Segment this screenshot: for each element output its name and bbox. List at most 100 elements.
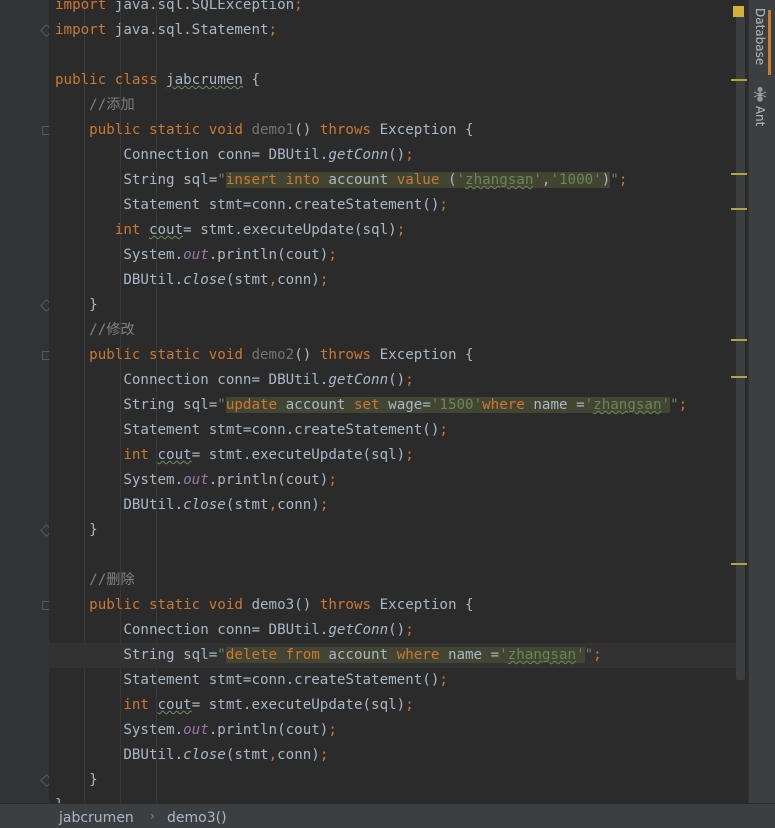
code-token: ; bbox=[405, 697, 414, 713]
code-token: () bbox=[388, 372, 406, 388]
code-line[interactable]: Connection conn= DBUtil.getConn(); bbox=[49, 368, 736, 393]
fold-end-icon[interactable] bbox=[40, 299, 49, 312]
code-token: ' bbox=[661, 397, 671, 413]
code-line[interactable]: DBUtil.close(stmt,conn); bbox=[49, 493, 736, 518]
error-stripe-marker[interactable] bbox=[731, 173, 747, 175]
code-line[interactable]: System.out.println(cout); bbox=[49, 718, 736, 743]
code-token: getConn bbox=[328, 372, 389, 388]
code-token: Connection conn= DBUtil. bbox=[55, 147, 329, 163]
code-line[interactable]: //删除 bbox=[49, 568, 736, 593]
database-tab-label: Database bbox=[753, 8, 767, 66]
code-line[interactable]: import java.sql.SQLException; bbox=[49, 0, 736, 18]
code-line[interactable]: Statement stmt=conn.createStatement(); bbox=[49, 668, 736, 693]
code-line[interactable]: import java.sql.Statement; bbox=[49, 18, 736, 43]
code-token: ; bbox=[439, 672, 448, 688]
code-token: , bbox=[268, 747, 278, 763]
code-editor[interactable]: import java.sql.SQLException; import java… bbox=[49, 0, 736, 803]
code-token: insert into bbox=[225, 172, 329, 188]
code-token: () bbox=[388, 147, 406, 163]
code-line[interactable]: public static void demo2() throws Except… bbox=[49, 343, 736, 368]
code-line[interactable]: int cout= stmt.executeUpdate(sql); bbox=[49, 693, 736, 718]
code-token: ; bbox=[319, 747, 329, 763]
code-line[interactable]: int cout= stmt.executeUpdate(sql); bbox=[49, 443, 736, 468]
ant-tool-tab[interactable]: Ant bbox=[753, 86, 767, 126]
code-token: account bbox=[285, 397, 354, 413]
code-token: account bbox=[328, 647, 397, 663]
code-token: where bbox=[396, 647, 448, 663]
code-token: } bbox=[55, 772, 98, 788]
code-line[interactable]: String sql="update account set wage='150… bbox=[49, 393, 736, 418]
scrollbar-thumb[interactable] bbox=[736, 16, 745, 680]
code-line[interactable]: } bbox=[49, 293, 736, 318]
code-line[interactable]: DBUtil.close(stmt,conn); bbox=[49, 268, 736, 293]
code-token: Statement stmt=conn.createStatement() bbox=[55, 672, 440, 688]
code-line[interactable]: DBUtil.close(stmt,conn); bbox=[49, 743, 736, 768]
code-line[interactable]: Connection conn= DBUtil.getConn(); bbox=[49, 143, 736, 168]
code-line[interactable]: public static void demo3() throws Except… bbox=[49, 593, 736, 618]
fold-open-icon[interactable] bbox=[42, 351, 49, 360]
right-tool-window-bar: Database Ant bbox=[748, 0, 775, 803]
code-token: () bbox=[294, 347, 320, 363]
code-token: DBUtil. bbox=[55, 497, 184, 513]
code-line[interactable]: Connection conn= DBUtil.getConn(); bbox=[49, 618, 736, 643]
code-token: public static void bbox=[89, 597, 252, 613]
code-line[interactable]: Statement stmt=conn.createStatement(); bbox=[49, 193, 736, 218]
code-token: String sql= bbox=[55, 172, 218, 188]
code-line[interactable]: public static void demo1() throws Except… bbox=[49, 118, 736, 143]
code-token: value bbox=[396, 172, 448, 188]
code-token: conn) bbox=[277, 497, 320, 513]
error-stripe-marker[interactable] bbox=[731, 79, 747, 81]
fold-open-icon[interactable] bbox=[42, 126, 49, 135]
code-token: name = bbox=[533, 397, 585, 413]
code-token: , bbox=[268, 497, 278, 513]
breadcrumb-class[interactable]: jabcrumen bbox=[59, 810, 134, 826]
error-stripe-marker[interactable] bbox=[731, 208, 747, 210]
inspection-status-icon[interactable] bbox=[733, 6, 744, 17]
breadcrumb-method[interactable]: demo3() bbox=[167, 810, 227, 826]
code-token: zhangsan bbox=[593, 397, 662, 413]
code-token: int bbox=[123, 697, 158, 713]
code-token: (stmt bbox=[225, 272, 269, 288]
code-line[interactable]: int cout= stmt.executeUpdate(sql); bbox=[49, 218, 736, 243]
code-token: throws bbox=[319, 597, 380, 613]
error-stripe-marker[interactable] bbox=[731, 339, 747, 341]
code-token: throws bbox=[319, 347, 380, 363]
breadcrumb-bar: jabcrumen › demo3() bbox=[0, 803, 775, 828]
code-token: close bbox=[183, 272, 226, 288]
code-token: " bbox=[610, 172, 619, 188]
code-line[interactable]: System.out.println(cout); bbox=[49, 243, 736, 268]
fold-end-icon[interactable] bbox=[40, 774, 49, 787]
code-line[interactable]: //修改 bbox=[49, 318, 736, 343]
code-line[interactable]: public class jabcrumen { bbox=[49, 68, 736, 93]
code-line[interactable]: } bbox=[49, 768, 736, 793]
code-line[interactable]: //添加 bbox=[49, 93, 736, 118]
code-line[interactable]: } bbox=[49, 518, 736, 543]
code-token: ; bbox=[405, 622, 414, 638]
code-token: import bbox=[55, 0, 115, 13]
error-stripe-marker[interactable] bbox=[731, 376, 747, 378]
code-line[interactable]: String sql="insert into account value ('… bbox=[49, 168, 736, 193]
fold-end-icon[interactable] bbox=[40, 524, 49, 537]
error-stripe-marker[interactable] bbox=[731, 563, 747, 565]
database-tool-tab[interactable]: Database bbox=[753, 8, 767, 65]
code-line[interactable]: Statement stmt=conn.createStatement(); bbox=[49, 418, 736, 443]
code-line[interactable] bbox=[49, 543, 736, 568]
fold-open-icon[interactable] bbox=[42, 601, 49, 610]
fold-end-icon[interactable] bbox=[40, 24, 49, 37]
code-line[interactable]: } bbox=[49, 793, 736, 803]
code-token: public static void bbox=[89, 122, 252, 138]
code-token: ' bbox=[584, 397, 594, 413]
code-token: update bbox=[225, 397, 286, 413]
code-token: String sql= bbox=[55, 647, 218, 663]
code-line[interactable] bbox=[49, 43, 736, 68]
code-line[interactable]: String sql="delete from account where na… bbox=[49, 643, 736, 668]
code-token: ; bbox=[396, 222, 406, 238]
code-token: ; bbox=[328, 722, 337, 738]
code-line[interactable]: System.out.println(cout); bbox=[49, 468, 736, 493]
code-token: .println(cout) bbox=[208, 472, 329, 488]
code-token: ; bbox=[593, 647, 602, 663]
code-token: " bbox=[217, 172, 226, 188]
code-token: demo1 bbox=[251, 122, 295, 138]
